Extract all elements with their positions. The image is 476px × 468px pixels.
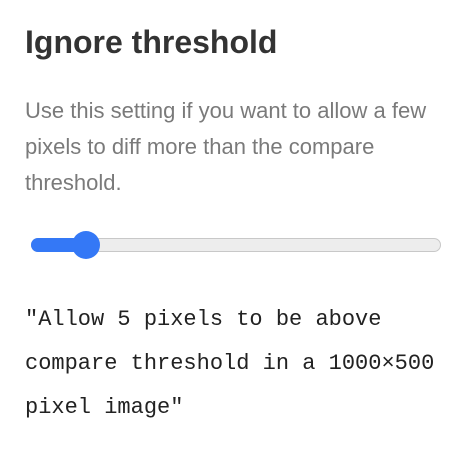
threshold-result-text: "Allow 5 pixels to be above compare thre… (25, 307, 435, 420)
ignore-threshold-slider[interactable] (31, 230, 441, 262)
slider-thumb[interactable] (72, 231, 101, 259)
setting-description: Use this setting if you want to allow a … (25, 98, 427, 195)
setting-title: Ignore threshold (25, 24, 278, 60)
